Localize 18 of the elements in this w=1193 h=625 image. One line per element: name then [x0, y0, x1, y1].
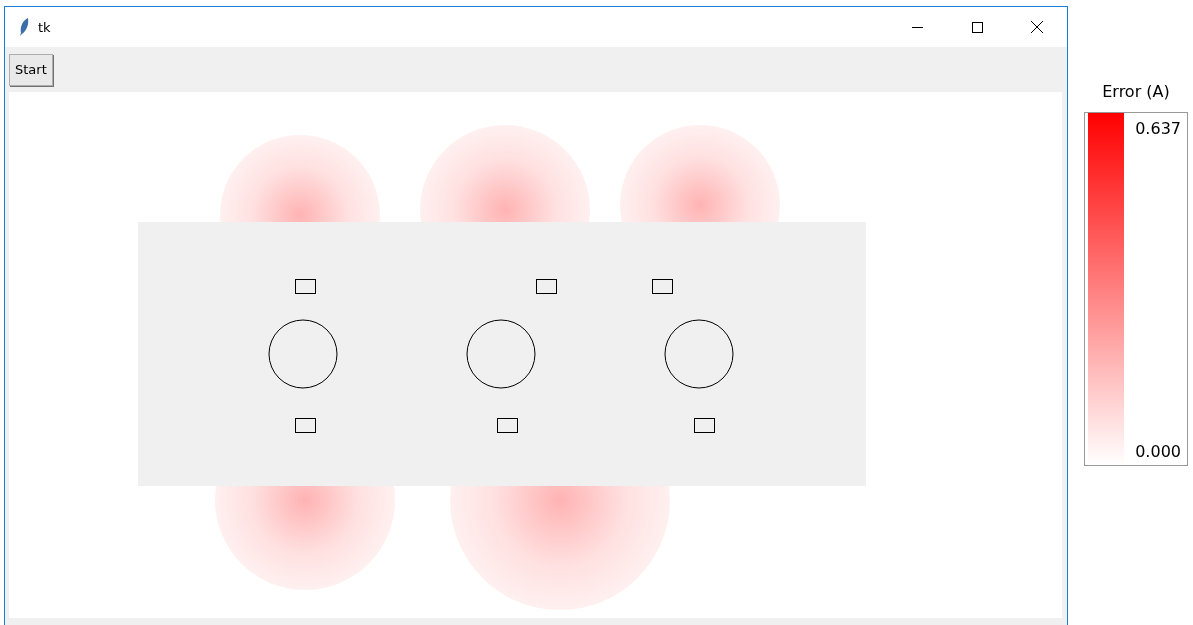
- start-button[interactable]: Start: [9, 53, 53, 86]
- small-rectangle: [694, 418, 715, 433]
- circle-outline: [466, 319, 536, 389]
- window-title: tk: [38, 19, 51, 35]
- small-rectangle: [652, 279, 673, 294]
- circle-outline: [664, 319, 734, 389]
- close-icon: [1031, 21, 1043, 33]
- colorbar-title: Error (A): [1102, 82, 1170, 103]
- minimize-icon: [911, 26, 923, 28]
- small-rectangle: [295, 279, 316, 294]
- circle-outline: [268, 319, 338, 389]
- min-label: 0.000: [1135, 442, 1181, 461]
- small-rectangle: [536, 279, 557, 294]
- max-label: 0.637: [1135, 119, 1181, 138]
- small-rectangle: [497, 418, 518, 433]
- small-rectangle: [295, 418, 316, 433]
- maximize-icon: [971, 21, 983, 33]
- feather-icon: [19, 18, 30, 36]
